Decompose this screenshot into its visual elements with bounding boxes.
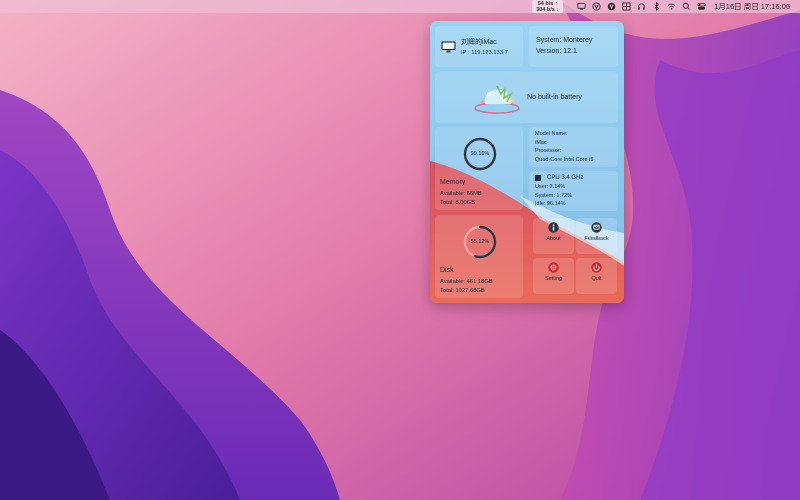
- vpn-badge-icon[interactable]: [607, 0, 616, 13]
- about-button[interactable]: About: [533, 218, 574, 254]
- disk-usage-ring: 55.12%: [462, 224, 498, 260]
- disk-title: Disk: [440, 267, 454, 274]
- menu-bar-clock[interactable]: 1月16日 周日 17:16:06: [714, 0, 790, 13]
- processor-name: Quad-Core Intel Core i5: [535, 156, 594, 163]
- cpu-info-card: CPU 3.4 GHz User: 2.14% System: 1.72% Id…: [529, 171, 618, 211]
- battery-status: No built-in battery: [527, 94, 582, 101]
- grid-icon[interactable]: [622, 0, 631, 13]
- cpu-idle: Idle: 96.14%: [535, 201, 566, 207]
- host-info-card: 刘辉的iMac IP : 119.123.133.7: [435, 26, 523, 67]
- battery-illustration-icon: [474, 85, 520, 114]
- feedback-label: Feedback: [584, 236, 609, 242]
- system-version: Version: 12.1: [536, 48, 577, 55]
- cpu-system: System: 1.72%: [535, 192, 572, 199]
- imac-icon: [441, 41, 456, 52]
- gear-icon: [548, 262, 559, 273]
- host-ip: IP : 119.123.133.7: [461, 50, 508, 56]
- disk-total: Total: 1027.68GB: [440, 288, 485, 294]
- cpu-chip-icon: [535, 175, 541, 181]
- wifi-icon[interactable]: [667, 0, 676, 13]
- model-info-card: Model Name: iMac Processor: Quad-Core In…: [529, 127, 618, 167]
- model-name: iMac: [535, 139, 547, 146]
- vpn-icon[interactable]: [592, 0, 601, 13]
- info-icon: [548, 222, 559, 233]
- headphones-icon[interactable]: [637, 0, 646, 13]
- memory-title: Memory: [440, 179, 466, 186]
- memory-percent: 99.16%: [470, 151, 490, 157]
- cpu-title: CPU 3.4 GHz: [547, 175, 584, 181]
- memory-card: 99.16% Memory Available: 66MB Total: 8.0…: [435, 127, 523, 210]
- system-name: System: Monterey: [536, 37, 593, 44]
- quit-button[interactable]: Quit: [576, 258, 617, 294]
- setting-button[interactable]: Setting: [533, 258, 574, 294]
- system-info-card: System: Monterey Version: 12.1: [529, 26, 618, 67]
- bluetooth-icon[interactable]: [652, 0, 661, 13]
- memory-usage-ring: 99.16%: [462, 136, 498, 172]
- power-icon: [591, 262, 602, 273]
- feedback-button[interactable]: Feedback: [576, 218, 617, 254]
- cpu-user: User: 2.14%: [535, 184, 566, 190]
- memory-total: Total: 8.00GB: [440, 200, 476, 206]
- disk-percent: 55.12%: [470, 239, 490, 245]
- disk-card: 55.12% Disk Available: 461.18GB Total: 1…: [435, 215, 523, 298]
- battery-card: No built-in battery: [435, 72, 618, 123]
- model-name-label: Model Name:: [535, 131, 568, 137]
- setting-label: Setting: [544, 276, 563, 282]
- host-name: 刘辉的iMac: [461, 39, 497, 46]
- net-download-speed: 304 b/s ↓: [536, 6, 560, 13]
- disk-available: Available: 461.18GB: [440, 279, 493, 285]
- control-center-icon[interactable]: [697, 0, 706, 13]
- search-icon[interactable]: [682, 0, 691, 13]
- desktop-wallpaper: [0, 0, 800, 500]
- display-icon[interactable]: [577, 0, 586, 13]
- network-speed-status[interactable]: 54 b/s ↑ 304 b/s ↓: [532, 0, 564, 13]
- feedback-icon: [591, 222, 602, 233]
- menu-bar: 54 b/s ↑ 304 b/s ↓ 1月16日 周日 17:16:06: [0, 0, 800, 13]
- about-label: About: [546, 236, 561, 242]
- memory-available: Available: 66MB: [440, 191, 482, 197]
- processor-label: Processor:: [535, 148, 562, 154]
- system-monitor-popup: 刘辉的iMac IP : 119.123.133.7 System: Monte…: [430, 21, 624, 303]
- quit-label: Quit: [591, 276, 602, 282]
